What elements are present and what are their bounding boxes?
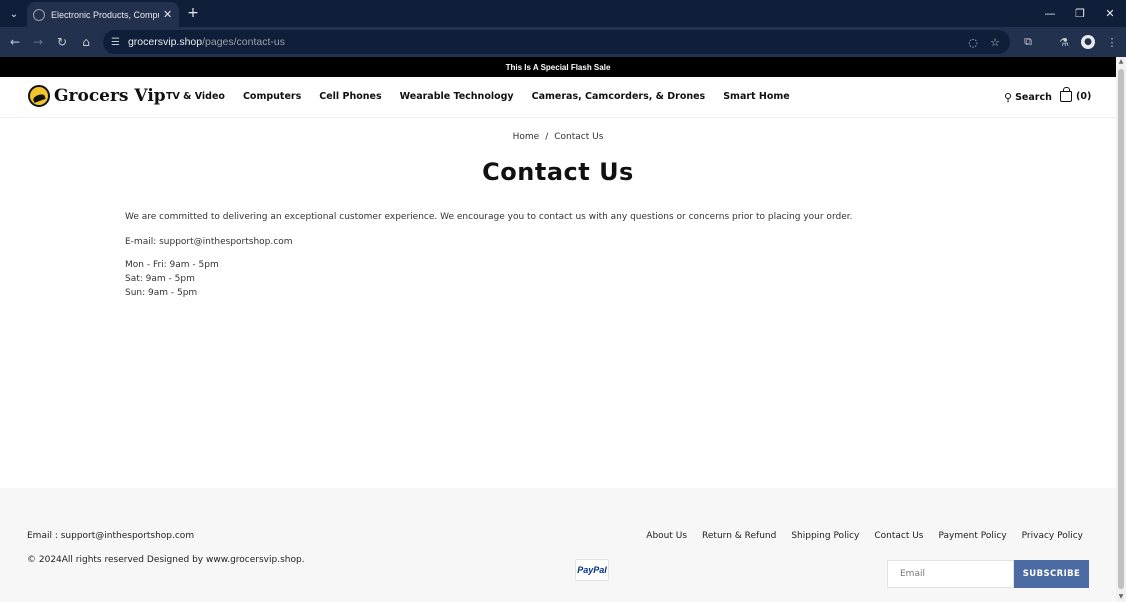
nav-cell-phones[interactable]: Cell Phones — [319, 91, 381, 102]
browser-toolbar: ← → ↻ ⌂ ☰ grocersvip.shop/pages/contact-… — [0, 27, 1126, 57]
bookmark-star-icon[interactable]: ☆ — [987, 34, 1003, 50]
subscribe-button[interactable]: SUBSCRIBE — [1014, 560, 1089, 588]
globe-icon — [33, 8, 45, 21]
nav-computers[interactable]: Computers — [243, 91, 301, 102]
avatar: ● — [1081, 35, 1095, 49]
site-logo[interactable]: Grocers Vip — [28, 85, 166, 107]
search-icon: ⚲ — [1004, 91, 1013, 104]
hours-sunday: Sun: 9am - 5pm — [125, 288, 198, 298]
logo-mark-icon — [28, 85, 50, 107]
nav-tv-video[interactable]: TV & Video — [166, 91, 225, 102]
main-nav: TV & Video Computers Cell Phones Wearabl… — [166, 91, 808, 102]
footer-link-payment-policy[interactable]: Payment Policy — [939, 531, 1007, 541]
announcement-bar: This Is A Special Flash Sale — [0, 57, 1116, 77]
page-viewport: This Is A Special Flash Sale Grocers Vip… — [0, 57, 1116, 602]
nav-cameras[interactable]: Cameras, Camcorders, & Drones — [532, 91, 706, 102]
footer-link-return-refund[interactable]: Return & Refund — [702, 531, 776, 541]
url-path: /pages/contact-us — [202, 36, 285, 48]
page-scrollbar[interactable]: ▲ ▼ — [1116, 57, 1126, 602]
close-window-button[interactable]: ✕ — [1100, 4, 1120, 22]
footer-email: Email : support@inthesportshop.com — [27, 531, 195, 541]
contact-intro: We are committed to delivering an except… — [125, 212, 853, 222]
home-button[interactable]: ⌂ — [76, 32, 96, 52]
footer-link-shipping-policy[interactable]: Shipping Policy — [791, 531, 859, 541]
tab-search-icon[interactable]: ⌄ — [4, 4, 24, 24]
reload-button[interactable]: ↻ — [52, 32, 72, 52]
forward-button[interactable]: → — [28, 32, 48, 52]
scroll-up-arrow-icon[interactable]: ▲ — [1117, 58, 1125, 66]
close-tab-icon[interactable]: ✕ — [163, 8, 172, 21]
search-label: Search — [1015, 92, 1052, 103]
new-tab-button[interactable]: + — [184, 4, 202, 22]
scroll-down-arrow-icon[interactable]: ▼ — [1117, 593, 1125, 601]
footer-link-contact-us[interactable]: Contact Us — [874, 531, 923, 541]
address-bar[interactable]: ☰ grocersvip.shop/pages/contact-us ◌ ☆ — [103, 30, 1010, 54]
breadcrumb: Home / Contact Us — [0, 132, 1116, 142]
site-footer: Email : support@inthesportshop.com © 202… — [0, 488, 1116, 602]
contact-email: E-mail: support@inthesportshop.com — [125, 237, 293, 247]
footer-copyright: © 2024All rights reserved Designed by ww… — [27, 555, 305, 565]
cart-count: (0) — [1076, 91, 1092, 102]
site-info-icon[interactable]: ☰ — [111, 37, 120, 48]
paypal-badge: PayPal — [575, 559, 609, 581]
restore-button[interactable]: ❐ — [1070, 4, 1090, 22]
breadcrumb-separator: / — [545, 132, 549, 142]
browser-tab-active[interactable]: Electronic Products, Computers ✕ — [27, 2, 179, 27]
hours-weekdays: Mon - Fri: 9am - 5pm — [125, 260, 219, 270]
shopping-bag-icon — [1060, 87, 1072, 102]
url-host: grocersvip.shop — [127, 36, 203, 48]
eye-off-icon[interactable]: ◌ — [965, 34, 981, 50]
newsletter-email-input[interactable] — [887, 560, 1014, 588]
breadcrumb-home[interactable]: Home — [513, 132, 540, 142]
footer-link-privacy-policy[interactable]: Privacy Policy — [1022, 531, 1083, 541]
hours-saturday: Sat: 9am - 5pm — [125, 274, 195, 284]
nav-smart-home[interactable]: Smart Home — [723, 91, 790, 102]
minimize-button[interactable]: — — [1040, 4, 1060, 22]
breadcrumb-current: Contact Us — [554, 132, 604, 142]
site-header: Grocers Vip TV & Video Computers Cell Ph… — [0, 77, 1116, 118]
cart-button[interactable]: (0) — [1060, 87, 1092, 102]
footer-link-about-us[interactable]: About Us — [646, 531, 687, 541]
footer-links: About Us Return & Refund Shipping Policy… — [631, 531, 1083, 541]
logo-text: Grocers Vip — [54, 86, 166, 106]
nav-wearable-technology[interactable]: Wearable Technology — [400, 91, 514, 102]
extensions-icon[interactable]: ⧉ — [1018, 32, 1038, 52]
search-button[interactable]: ⚲ Search — [1004, 91, 1052, 104]
back-button[interactable]: ← — [5, 32, 25, 52]
page-title: Contact Us — [482, 158, 634, 186]
browser-tab-strip: ⌄ Electronic Products, Computers ✕ + — ❐… — [0, 0, 1126, 27]
profile-avatar-icon[interactable]: ● — [1078, 32, 1098, 52]
scroll-thumb[interactable] — [1118, 69, 1124, 589]
tab-title: Electronic Products, Computers — [51, 9, 159, 20]
contact-content: We are committed to delivering an except… — [125, 210, 852, 300]
labs-icon[interactable]: ⚗ — [1054, 32, 1074, 52]
more-menu-icon[interactable]: ⋮ — [1102, 32, 1122, 52]
